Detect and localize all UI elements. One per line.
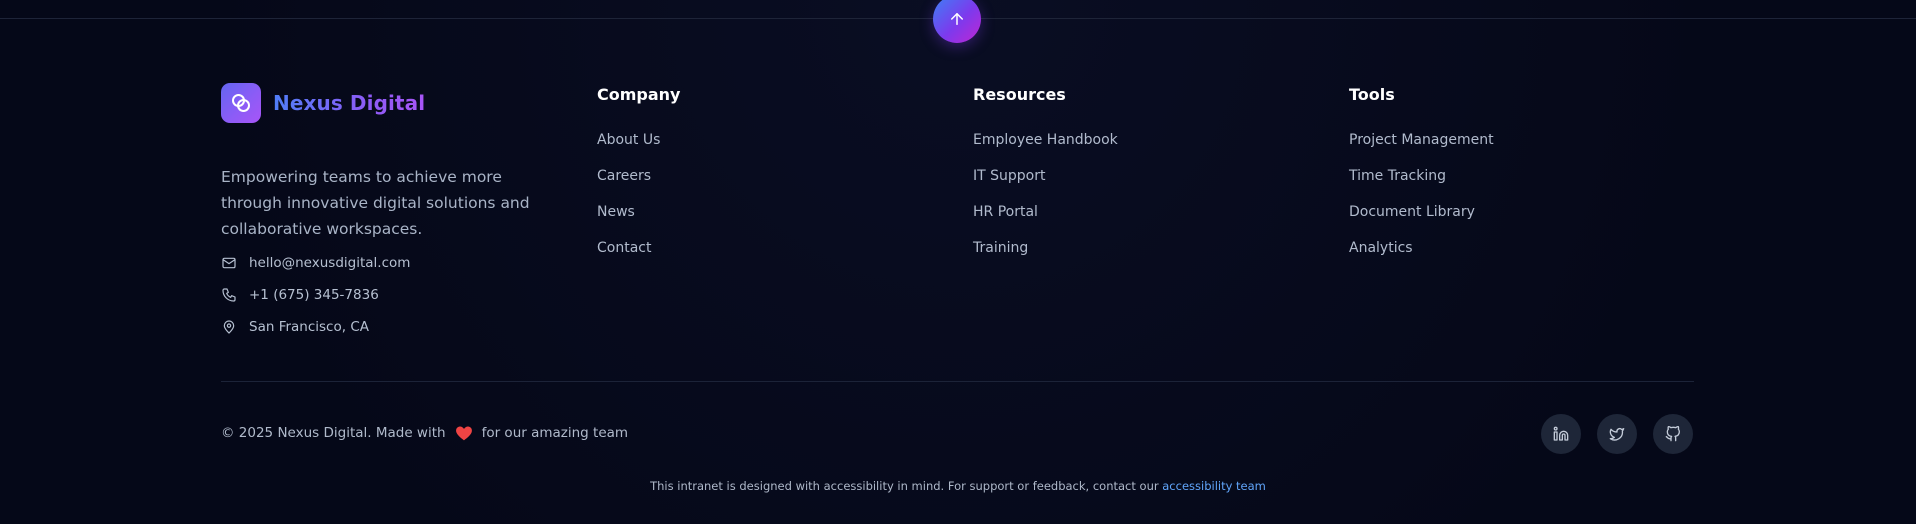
mail-icon: [222, 257, 236, 269]
phone-icon: [222, 288, 236, 302]
twitter-icon: [1609, 428, 1625, 441]
social-links: [1541, 414, 1693, 454]
column-heading-tools: Tools: [1349, 85, 1395, 104]
link-careers[interactable]: Careers: [597, 167, 680, 203]
contact-phone[interactable]: +1 (675) 345-7836: [221, 279, 410, 311]
copyright-suffix: for our amazing team: [481, 425, 629, 441]
footer-column-tools: Tools Project Management Time Tracking D…: [1349, 85, 1494, 275]
accessibility-text: This intranet is designed with accessibi…: [650, 479, 1159, 493]
site-footer: Nexus Digital Empowering teams to achiev…: [0, 0, 1916, 524]
column-heading-resources: Resources: [973, 85, 1066, 104]
linkedin-icon: [1553, 426, 1569, 441]
link-training[interactable]: Training: [973, 239, 1118, 275]
copyright-line: © 2025 Nexus Digital. Made with for our …: [221, 424, 628, 442]
accessibility-team-link[interactable]: accessibility team: [1162, 479, 1266, 493]
footer-bottom-divider: [221, 381, 1694, 382]
link-project-management[interactable]: Project Management: [1349, 131, 1494, 167]
brand-logo: [221, 83, 261, 123]
link-analytics[interactable]: Analytics: [1349, 239, 1494, 275]
twitter-button[interactable]: [1597, 414, 1637, 454]
link-news[interactable]: News: [597, 203, 680, 239]
footer-brand[interactable]: Nexus Digital: [221, 83, 425, 123]
contact-email[interactable]: hello@nexusdigital.com: [221, 247, 410, 279]
link-hr-portal[interactable]: HR Portal: [973, 203, 1118, 239]
contact-location-text: San Francisco, CA: [249, 319, 369, 335]
link-time-tracking[interactable]: Time Tracking: [1349, 167, 1494, 203]
github-icon: [1665, 426, 1680, 442]
linkedin-button[interactable]: [1541, 414, 1581, 454]
column-heading-company: Company: [597, 85, 681, 104]
footer-column-resources: Resources Employee Handbook IT Support H…: [973, 85, 1118, 275]
heart-icon: [454, 424, 474, 442]
github-button[interactable]: [1653, 414, 1693, 454]
map-pin-icon: [223, 320, 235, 334]
accessibility-note: This intranet is designed with accessibi…: [0, 479, 1916, 493]
link-about-us[interactable]: About Us: [597, 131, 680, 167]
arrow-up-icon: [951, 13, 963, 25]
link-it-support[interactable]: IT Support: [973, 167, 1118, 203]
brand-tagline: Empowering teams to achieve more through…: [221, 167, 530, 238]
footer-column-company: Company About Us Careers News Contact: [597, 85, 680, 275]
link-employee-handbook[interactable]: Employee Handbook: [973, 131, 1118, 167]
contact-email-text: hello@nexusdigital.com: [249, 255, 411, 271]
brand-name: Nexus Digital: [273, 91, 426, 115]
copyright-prefix: © 2025 Nexus Digital. Made with: [221, 425, 446, 441]
scroll-to-top-button[interactable]: [933, 0, 981, 43]
contact-location: San Francisco, CA: [221, 311, 410, 343]
contact-phone-text: +1 (675) 345-7836: [249, 287, 379, 303]
link-document-library[interactable]: Document Library: [1349, 203, 1494, 239]
link-contact[interactable]: Contact: [597, 239, 680, 275]
contact-list: hello@nexusdigital.com +1 (675) 345-7836…: [221, 247, 410, 343]
overlapping-circles-icon: [232, 94, 250, 112]
